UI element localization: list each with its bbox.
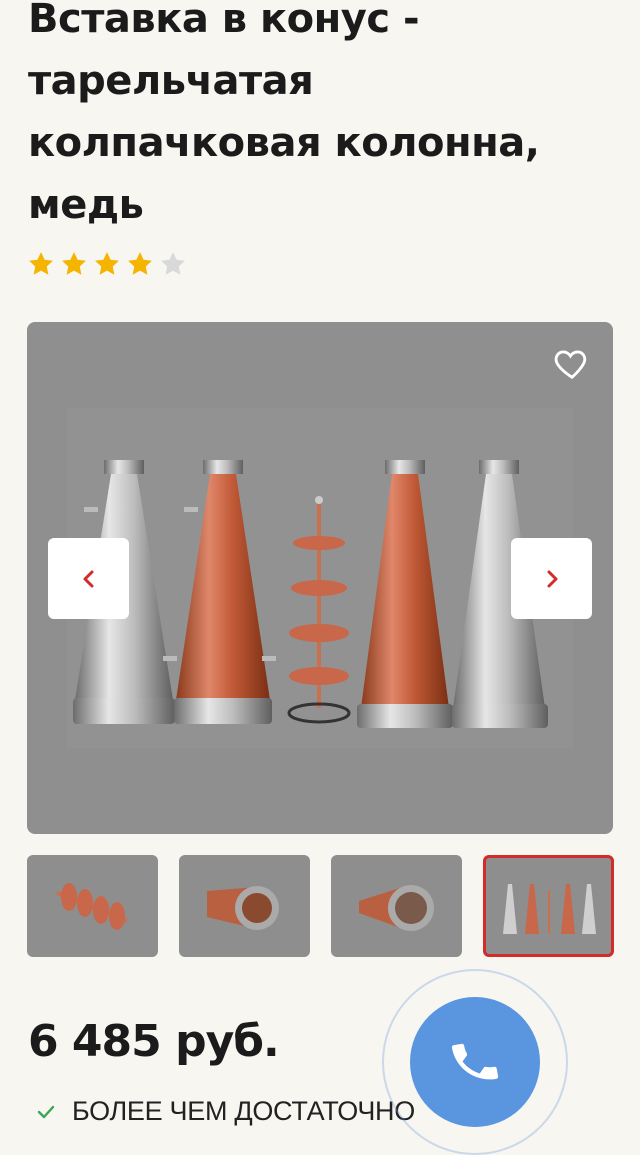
call-button[interactable] — [410, 997, 540, 1127]
gallery-next-button[interactable] — [511, 538, 592, 619]
star-icon — [92, 249, 122, 279]
stock-status-label: БОЛЕЕ ЧЕМ ДОСТАТОЧНО — [72, 1096, 415, 1126]
thumbnail-1[interactable] — [27, 855, 158, 957]
thumbnail-strip — [27, 855, 614, 957]
thumbnail-2[interactable] — [179, 855, 310, 957]
chevron-right-icon — [547, 570, 557, 587]
chevron-left-icon — [83, 570, 93, 587]
stock-status: БОЛЕЕ ЧЕМ ДОСТАТОЧНО — [36, 1096, 415, 1127]
product-image — [67, 408, 573, 748]
check-icon — [37, 1105, 55, 1118]
star-icon — [158, 249, 188, 279]
product-price: 6 485 руб. — [28, 1016, 280, 1067]
product-gallery[interactable] — [27, 322, 613, 834]
product-title: Вставка в конус - тарельчатая колпачкова… — [28, 0, 540, 228]
star-icon — [59, 249, 89, 279]
phone-icon — [451, 1043, 499, 1080]
favorite-button[interactable] — [553, 344, 591, 382]
rating-stars — [26, 249, 188, 279]
thumbnail-3[interactable] — [331, 855, 462, 957]
star-icon — [26, 249, 56, 279]
heart-icon — [554, 350, 587, 380]
gallery-prev-button[interactable] — [48, 538, 129, 619]
thumbnail-4[interactable] — [483, 855, 614, 957]
star-icon — [125, 249, 155, 279]
